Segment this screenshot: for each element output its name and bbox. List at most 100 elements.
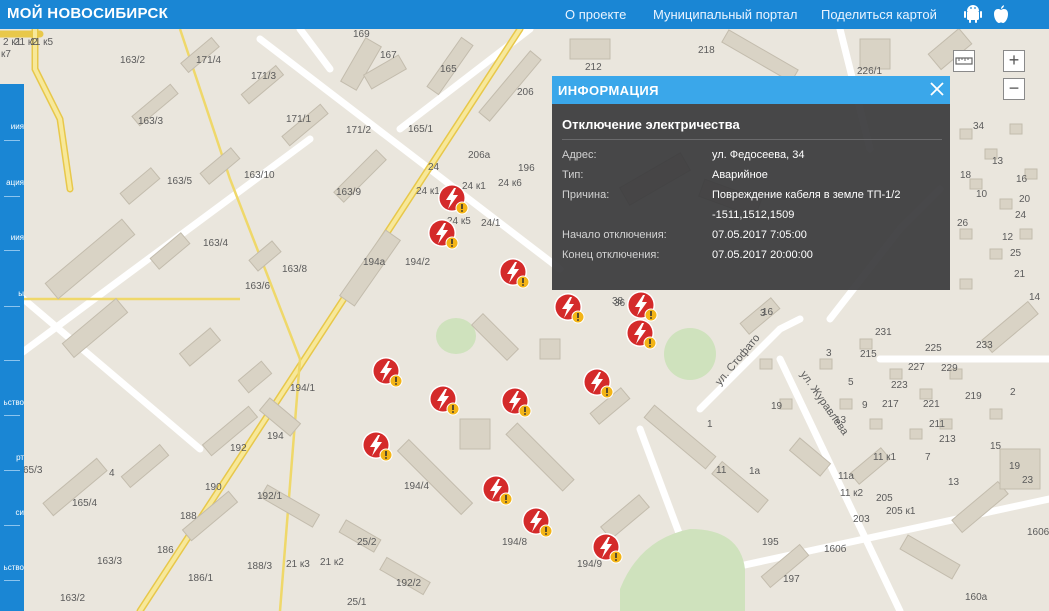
sidebar-item-8[interactable]: си <box>0 508 24 517</box>
svg-text:217: 217 <box>882 399 899 410</box>
type-label: Тип: <box>562 169 584 181</box>
lightning-icon <box>626 319 657 350</box>
power-outage-marker[interactable] <box>481 474 515 508</box>
lightning-icon <box>429 385 460 416</box>
sidebar-item-7[interactable]: рт <box>0 453 24 462</box>
svg-text:194/1: 194/1 <box>290 383 315 394</box>
apple-icon[interactable] <box>990 3 1012 25</box>
power-outage-marker[interactable] <box>553 292 587 326</box>
power-outage-marker[interactable] <box>591 532 625 566</box>
svg-text:196: 196 <box>518 163 535 174</box>
info-popup: ИНФОРМАЦИЯ Отключение электричества Адре… <box>552 76 950 290</box>
svg-text:12: 12 <box>1002 232 1014 243</box>
svg-text:24: 24 <box>1015 210 1027 221</box>
svg-text:186: 186 <box>157 545 174 556</box>
lightning-icon <box>428 219 459 250</box>
svg-text:1: 1 <box>707 419 713 430</box>
svg-text:3: 3 <box>826 348 832 359</box>
end-value: 07.05.2017 20:00:00 <box>712 249 813 261</box>
sidebar-divider <box>4 470 20 471</box>
svg-text:25/1: 25/1 <box>347 597 367 608</box>
nav-share-map[interactable]: Поделиться картой <box>821 7 937 22</box>
end-label: Конец отключения: <box>562 249 660 261</box>
svg-text:11: 11 <box>716 465 727 476</box>
sidebar-item-6[interactable]: ьство <box>0 398 24 407</box>
svg-text:25: 25 <box>1010 248 1022 259</box>
svg-text:16: 16 <box>1016 174 1028 185</box>
sidebar-item-2[interactable]: ация <box>0 178 24 187</box>
svg-text:163/4: 163/4 <box>203 238 228 249</box>
nav-about[interactable]: О проекте <box>565 7 626 22</box>
close-icon[interactable] <box>928 80 946 98</box>
svg-text:212: 212 <box>585 62 602 73</box>
lightning-icon <box>499 258 530 289</box>
svg-text:215: 215 <box>860 349 877 360</box>
svg-text:165: 165 <box>440 64 457 75</box>
svg-text:24 к6: 24 к6 <box>498 178 522 189</box>
power-outage-marker[interactable] <box>582 367 616 401</box>
power-outage-marker[interactable] <box>625 318 659 352</box>
svg-text:14: 14 <box>1029 292 1041 303</box>
sidebar-item-9[interactable]: ьство <box>0 563 24 572</box>
sidebar-divider <box>4 306 20 307</box>
svg-text:223: 223 <box>891 380 908 391</box>
svg-text:163/5: 163/5 <box>167 176 192 187</box>
svg-text:229: 229 <box>941 363 958 374</box>
svg-text:192/2: 192/2 <box>396 578 421 589</box>
ruler-button[interactable] <box>953 50 975 72</box>
power-outage-marker[interactable] <box>521 506 555 540</box>
svg-text:19: 19 <box>1009 461 1021 472</box>
svg-text:1а: 1а <box>749 466 761 477</box>
android-icon[interactable] <box>962 3 984 25</box>
svg-text:186/1: 186/1 <box>188 573 213 584</box>
svg-text:163/3: 163/3 <box>138 116 163 127</box>
sidebar-item-3[interactable]: иия <box>0 233 24 242</box>
svg-text:15: 15 <box>990 441 1002 452</box>
svg-text:19: 19 <box>771 401 783 412</box>
svg-text:225: 225 <box>925 343 942 354</box>
zoom-out-button[interactable]: − <box>1003 78 1025 100</box>
svg-text:2: 2 <box>1010 387 1016 398</box>
svg-text:13: 13 <box>948 477 960 488</box>
power-outage-marker[interactable] <box>427 218 461 252</box>
power-outage-marker[interactable] <box>498 257 532 291</box>
svg-text:171/4: 171/4 <box>196 55 221 66</box>
zoom-in-button[interactable]: + <box>1003 50 1025 72</box>
svg-text:203: 203 <box>853 514 870 525</box>
svg-text:190: 190 <box>205 482 222 493</box>
svg-text:188/3: 188/3 <box>247 561 272 572</box>
svg-text:16: 16 <box>762 307 774 318</box>
sidebar-divider <box>4 580 20 581</box>
lightning-icon <box>522 507 553 538</box>
sidebar-divider <box>4 196 20 197</box>
sidebar-item-4[interactable]: ы <box>0 289 24 298</box>
site-logo[interactable]: МОЙ НОВОСИБИРСК <box>7 5 168 22</box>
sidebar-divider <box>4 360 20 361</box>
svg-text:9: 9 <box>862 400 868 411</box>
sidebar-item-1[interactable]: иия <box>0 122 24 131</box>
lightning-icon <box>501 387 532 418</box>
lightning-icon <box>362 431 393 462</box>
power-outage-marker[interactable] <box>361 430 395 464</box>
svg-text:195: 195 <box>762 537 779 548</box>
power-outage-marker[interactable] <box>437 183 471 217</box>
svg-text:163/3: 163/3 <box>97 556 122 567</box>
power-outage-marker[interactable] <box>428 384 462 418</box>
svg-text:233: 233 <box>976 340 993 351</box>
svg-text:227: 227 <box>908 362 925 373</box>
svg-text:165/1: 165/1 <box>408 124 433 135</box>
svg-text:1606: 1606 <box>1027 527 1049 538</box>
power-outage-marker[interactable] <box>500 386 534 420</box>
svg-text:34: 34 <box>973 121 985 132</box>
nav-municipal-portal[interactable]: Муниципальный портал <box>653 7 798 22</box>
event-title: Отключение электричества <box>562 117 740 132</box>
svg-text:11 к1: 11 к1 <box>873 452 897 463</box>
svg-text:160б: 160б <box>824 543 847 555</box>
svg-text:21 к3: 21 к3 <box>286 559 310 570</box>
svg-text:197: 197 <box>783 574 800 585</box>
power-outage-marker[interactable] <box>371 356 405 390</box>
svg-text:163/9: 163/9 <box>336 187 361 198</box>
plus-icon: + <box>1008 50 1020 70</box>
svg-text:21 к2: 21 к2 <box>320 557 344 568</box>
svg-text:10: 10 <box>976 189 988 200</box>
